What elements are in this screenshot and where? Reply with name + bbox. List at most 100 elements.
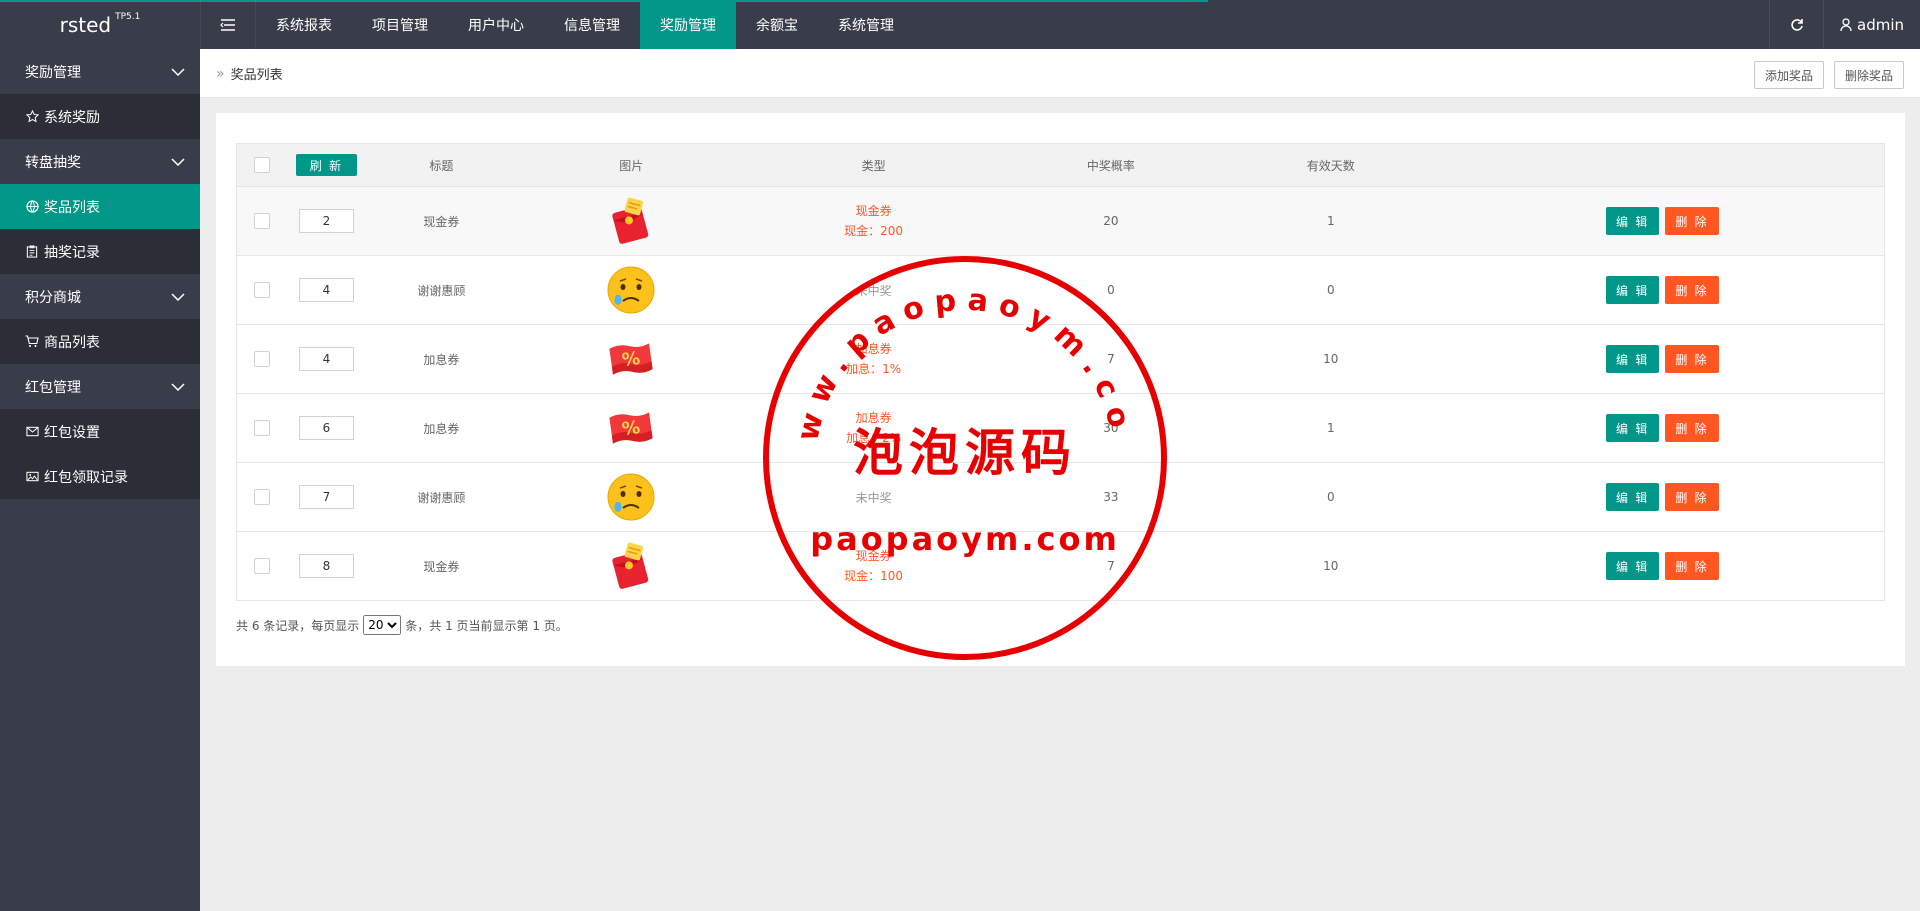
image-icon <box>25 470 39 484</box>
prize-title: 谢谢惠顾 <box>366 255 517 325</box>
prize-table: 刷 新 标题 图片 类型 中奖概率 有效天数 现金券现金券现金：200201编 … <box>236 143 1885 601</box>
sort-order-input[interactable] <box>298 209 354 233</box>
delete-button[interactable]: 删 除 <box>1665 345 1719 373</box>
sidebar-group-rewards[interactable]: 奖励管理 <box>0 49 200 94</box>
sidebar-item-label: 抽奖记录 <box>44 244 100 261</box>
sidebar-group-points-mall[interactable]: 积分商城 <box>0 274 200 319</box>
sidebar-item-prize-list[interactable]: 奖品列表 <box>0 184 200 229</box>
table-row: 谢谢惠顾 未中奖 330 编 辑删 除 <box>236 462 1885 532</box>
delete-button[interactable]: 删 除 <box>1665 414 1719 442</box>
prize-type: 加息券 <box>855 411 892 425</box>
prize-probability: 30 <box>1001 393 1221 463</box>
svg-text:%: % <box>621 417 642 440</box>
user-menu[interactable]: admin <box>1823 0 1920 49</box>
table-row: 谢谢惠顾 未中奖 00 编 辑删 除 <box>236 255 1885 325</box>
nav-item-system[interactable]: 系统管理 <box>818 0 914 49</box>
prize-probability: 7 <box>1001 324 1221 394</box>
sort-order-input[interactable] <box>298 278 354 302</box>
refresh-button[interactable]: 刷 新 <box>295 154 358 176</box>
nav-item-projects[interactable]: 项目管理 <box>352 0 448 49</box>
delete-button[interactable]: 删 除 <box>1665 207 1719 235</box>
star-icon <box>25 110 39 124</box>
prize-type-detail: 加息：2% <box>846 431 902 445</box>
prize-valid-days: 10 <box>1220 324 1441 394</box>
prize-image-sad-face <box>606 473 656 521</box>
menu-toggle-icon[interactable] <box>200 0 256 49</box>
delete-button[interactable]: 删 除 <box>1665 483 1719 511</box>
breadcrumb-current: 奖品列表 <box>230 68 283 83</box>
row-checkbox[interactable] <box>253 420 270 436</box>
row-checkbox[interactable] <box>253 489 270 505</box>
cart-icon <box>25 335 39 349</box>
sidebar-group-red-packet[interactable]: 红包管理 <box>0 364 200 409</box>
sidebar-item-goods-list[interactable]: 商品列表 <box>0 319 200 364</box>
sidebar-group-wheel[interactable]: 转盘抽奖 <box>0 139 200 184</box>
prize-probability: 0 <box>1001 255 1221 325</box>
prize-type-detail: 现金：200 <box>844 224 904 238</box>
top-header: rsted TP5.1 系统报表 项目管理 用户中心 信息管理 奖励管理 余额宝 … <box>0 0 1920 49</box>
nav-item-rewards[interactable]: 奖励管理 <box>640 0 736 49</box>
envelope-icon <box>25 425 39 439</box>
table-row: 加息券% 加息券加息：1% 710 编 辑删 除 <box>236 324 1885 394</box>
row-checkbox[interactable] <box>253 351 270 367</box>
prize-image-percent-coupon: % <box>606 343 656 375</box>
prize-valid-days: 0 <box>1220 255 1441 325</box>
row-checkbox[interactable] <box>253 213 270 229</box>
column-header-image: 图片 <box>516 143 747 187</box>
sort-order-input[interactable] <box>298 554 354 578</box>
sidebar-item-label: 红包设置 <box>44 424 100 441</box>
column-header-probability: 中奖概率 <box>1001 143 1221 187</box>
sidebar-item-system-reward[interactable]: 系统奖励 <box>0 94 200 139</box>
refresh-icon[interactable] <box>1769 0 1823 49</box>
pager-prefix: 共 6 条记录，每页显示 <box>236 618 360 633</box>
page-size-select[interactable]: 20 <box>363 615 402 635</box>
edit-button[interactable]: 编 辑 <box>1606 414 1660 442</box>
sidebar-item-red-packet-records[interactable]: 红包领取记录 <box>0 454 200 499</box>
prize-title: 现金券 <box>366 531 517 601</box>
breadcrumb: » 奖品列表 <box>216 49 283 98</box>
column-header-actions <box>1440 143 1885 187</box>
prize-valid-days: 1 <box>1220 186 1441 256</box>
row-checkbox[interactable] <box>253 558 270 574</box>
chevron-down-icon <box>171 67 185 76</box>
logo-version: TP5.1 <box>115 11 141 22</box>
nav-item-info[interactable]: 信息管理 <box>544 0 640 49</box>
edit-button[interactable]: 编 辑 <box>1606 345 1660 373</box>
logo-text: rsted <box>59 12 112 37</box>
sidebar-item-draw-records[interactable]: 抽奖记录 <box>0 229 200 274</box>
prize-type: 现金券 <box>855 549 892 563</box>
sidebar: 奖励管理 系统奖励 转盘抽奖 奖品列表 抽奖记录 积分商城 商品列表 红包管理 … <box>0 49 200 911</box>
table-row: 现金券 现金券现金：100 710 编 辑删 除 <box>236 531 1885 601</box>
edit-button[interactable]: 编 辑 <box>1606 276 1660 304</box>
prize-type: 未中奖 <box>855 490 892 505</box>
add-prize-button[interactable]: 添加奖品 <box>1753 61 1824 89</box>
table-row: 加息券% 加息券加息：2% 301 编 辑删 除 <box>236 393 1885 463</box>
edit-button[interactable]: 编 辑 <box>1606 552 1660 580</box>
nav-item-users[interactable]: 用户中心 <box>448 0 544 49</box>
pager-suffix: 条，共 1 页当前显示第 1 页。 <box>405 618 568 633</box>
column-header-days: 有效天数 <box>1220 143 1441 187</box>
sort-order-input[interactable] <box>298 347 354 371</box>
select-all-checkbox[interactable] <box>253 157 270 173</box>
sidebar-item-red-packet-settings[interactable]: 红包设置 <box>0 409 200 454</box>
prize-image-percent-coupon: % <box>606 412 656 444</box>
prize-title: 现金券 <box>366 186 517 256</box>
delete-button[interactable]: 删 除 <box>1665 276 1719 304</box>
sidebar-group-label: 奖励管理 <box>25 64 81 81</box>
nav-item-reports[interactable]: 系统报表 <box>256 0 352 49</box>
breadcrumb-actions: 添加奖品 删除奖品 <box>1753 61 1904 89</box>
edit-button[interactable]: 编 辑 <box>1606 483 1660 511</box>
table-row: 现金券 现金券现金：200 201 编 辑删 除 <box>236 186 1885 256</box>
sort-order-input[interactable] <box>298 416 354 440</box>
prize-image-sad-face <box>606 266 656 314</box>
nav-item-balance[interactable]: 余额宝 <box>736 0 818 49</box>
clipboard-icon <box>25 245 39 259</box>
sidebar-item-label: 系统奖励 <box>44 109 100 126</box>
chevron-down-icon <box>171 382 185 391</box>
row-checkbox[interactable] <box>253 282 270 298</box>
delete-button[interactable]: 删 除 <box>1665 552 1719 580</box>
sort-order-input[interactable] <box>298 485 354 509</box>
delete-prize-button[interactable]: 删除奖品 <box>1833 61 1904 89</box>
edit-button[interactable]: 编 辑 <box>1606 207 1660 235</box>
column-header-type: 类型 <box>746 143 1002 187</box>
